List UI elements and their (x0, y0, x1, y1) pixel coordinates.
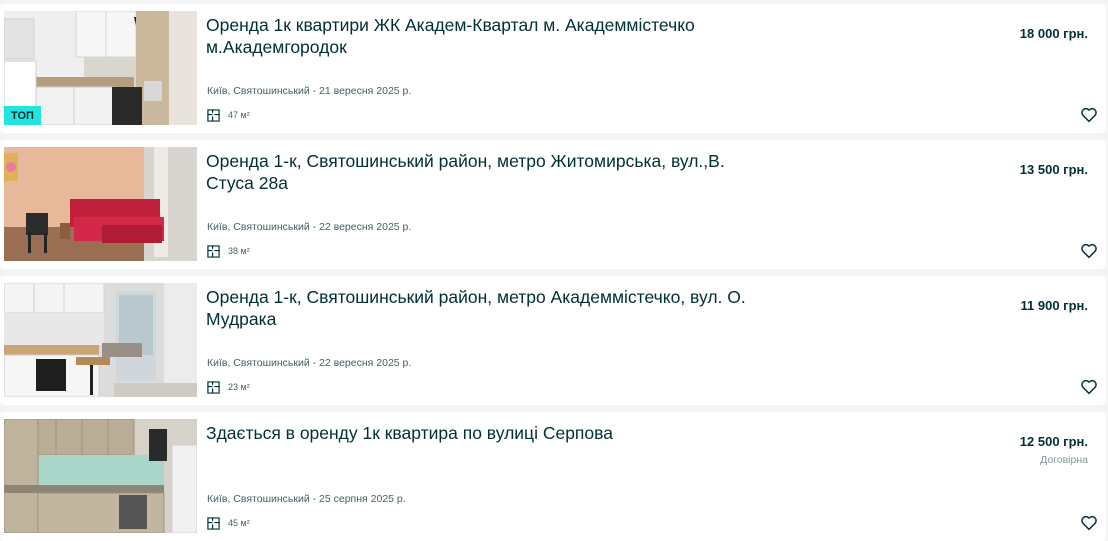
listing-price: 13 500 грн. (1019, 162, 1088, 177)
listing-photo[interactable]: ТОП (4, 11, 197, 125)
listing-title[interactable]: Оренда 1к квартири ЖК Академ-Квартал м. … (206, 14, 776, 58)
listing-photo[interactable] (4, 419, 197, 533)
favorite-button[interactable] (1080, 242, 1098, 260)
floor-plan-icon (207, 516, 220, 530)
heart-icon (1081, 243, 1097, 259)
floor-plan-icon (207, 244, 220, 258)
listing-area: 47 м² (207, 108, 250, 122)
listing-area: 45 м² (207, 516, 250, 530)
listing-price: 18 000 грн. (1019, 26, 1088, 41)
wood-kitchen-photo (4, 419, 197, 533)
listing-location-date: Київ, Святошинський - 22 вересня 2025 р. (207, 221, 412, 233)
listing-price: 12 500 грн. (1019, 434, 1088, 449)
listing-area-value: 38 м² (228, 246, 250, 256)
listing-price: 11 900 грн. (1020, 298, 1088, 313)
top-badge: ТОП (4, 106, 41, 125)
listing-area-value: 47 м² (228, 110, 250, 120)
negotiable-label: Договірна (1040, 454, 1088, 466)
listing-photo[interactable] (4, 283, 197, 397)
studio-kitchen-photo (4, 283, 197, 397)
favorite-button[interactable] (1080, 378, 1098, 396)
listing-card[interactable]: Оренда 1-к, Святошинський район, метро А… (0, 276, 1106, 405)
favorite-button[interactable] (1080, 514, 1098, 532)
listing-title[interactable]: Здається в оренду 1к квартира по вулиці … (206, 422, 776, 444)
listing-title[interactable]: Оренда 1-к, Святошинський район, метро А… (206, 286, 776, 330)
listing-title[interactable]: Оренда 1-к, Святошинський район, метро Ж… (206, 150, 776, 194)
listing-card[interactable]: ТОП Оренда 1к квартири ЖК Академ-Квартал… (0, 4, 1106, 133)
floor-plan-icon (207, 380, 220, 394)
heart-icon (1081, 107, 1097, 123)
listing-location-date: Київ, Святошинський - 21 вересня 2025 р. (207, 85, 412, 97)
listing-location-date: Київ, Святошинський - 22 вересня 2025 р. (207, 357, 412, 369)
favorite-button[interactable] (1080, 106, 1098, 124)
listing-area: 23 м² (207, 380, 250, 394)
listing-location-date: Київ, Святошинський - 25 серпня 2025 р. (207, 493, 406, 505)
listing-photo[interactable] (4, 147, 197, 261)
heart-icon (1081, 379, 1097, 395)
listing-card[interactable]: Оренда 1-к, Святошинський район, метро Ж… (0, 140, 1106, 269)
listing-card[interactable]: Здається в оренду 1к квартира по вулиці … (0, 412, 1106, 541)
red-sofa-room-photo (4, 147, 197, 261)
listing-area-value: 23 м² (228, 382, 250, 392)
listing-area: 38 м² (207, 244, 250, 258)
heart-icon (1081, 515, 1097, 531)
listing-area-value: 45 м² (228, 518, 250, 528)
floor-plan-icon (207, 108, 220, 122)
